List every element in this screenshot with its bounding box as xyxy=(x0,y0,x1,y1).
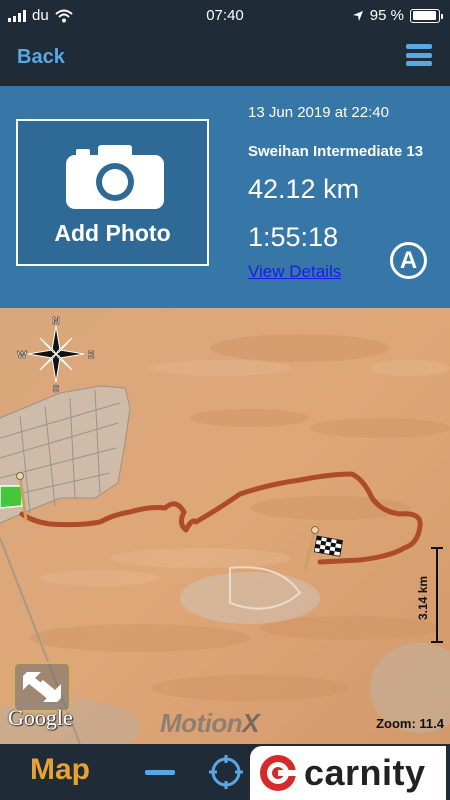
carnity-text: carnity xyxy=(304,752,426,793)
expand-arrows-icon xyxy=(23,672,61,702)
motionx-motion: Motion xyxy=(160,708,243,738)
compass-icon: N S E W xyxy=(17,316,95,394)
motionx-logo: MotionX xyxy=(160,708,260,739)
motionx-x: X xyxy=(242,708,260,738)
map-tab-button[interactable]: Map xyxy=(30,753,90,787)
google-attribution: Google xyxy=(8,705,73,730)
compass-e: E xyxy=(88,350,95,361)
battery-icon xyxy=(410,8,443,23)
hamburger-menu-icon[interactable] xyxy=(406,44,432,66)
nav-bar: Back xyxy=(0,30,450,86)
view-details-link[interactable]: View Details xyxy=(248,262,341,282)
scale-label: 3.14 km xyxy=(416,575,430,620)
zoom-level: Zoom: 11.4 xyxy=(376,716,444,731)
add-photo-label: Add Photo xyxy=(54,220,171,246)
location-arrow-icon xyxy=(352,10,363,21)
trip-date: 13 Jun 2019 at 22:40 xyxy=(248,104,389,121)
carnity-watermark: carnity xyxy=(250,746,446,800)
activity-badge[interactable]: A xyxy=(390,242,427,279)
trip-name: Sweihan Intermediate 13 xyxy=(248,143,424,160)
trip-duration: 1:55:18 xyxy=(248,222,339,252)
map-view[interactable]: N S E W 3.14 km Google MotionX Zoom: 11.… xyxy=(0,308,450,744)
status-right: 95 % xyxy=(352,7,443,24)
locate-me-icon[interactable] xyxy=(207,753,245,791)
camera-icon xyxy=(66,145,164,209)
trip-info-panel: Add Photo 13 Jun 2019 at 22:40 Sweihan I… xyxy=(0,86,450,308)
compass-n: N xyxy=(52,316,59,327)
carnity-logo-icon xyxy=(260,755,298,791)
back-button[interactable]: Back xyxy=(17,46,65,69)
status-bar: du 07:40 95 % xyxy=(0,0,450,30)
compass-s: S xyxy=(53,384,60,394)
compass-w: W xyxy=(17,350,27,361)
trip-distance: 42.12 km xyxy=(248,174,360,204)
zoom-out-button[interactable] xyxy=(145,770,175,775)
add-photo-button[interactable]: Add Photo xyxy=(16,119,209,266)
battery-percent: 95 % xyxy=(369,7,404,24)
